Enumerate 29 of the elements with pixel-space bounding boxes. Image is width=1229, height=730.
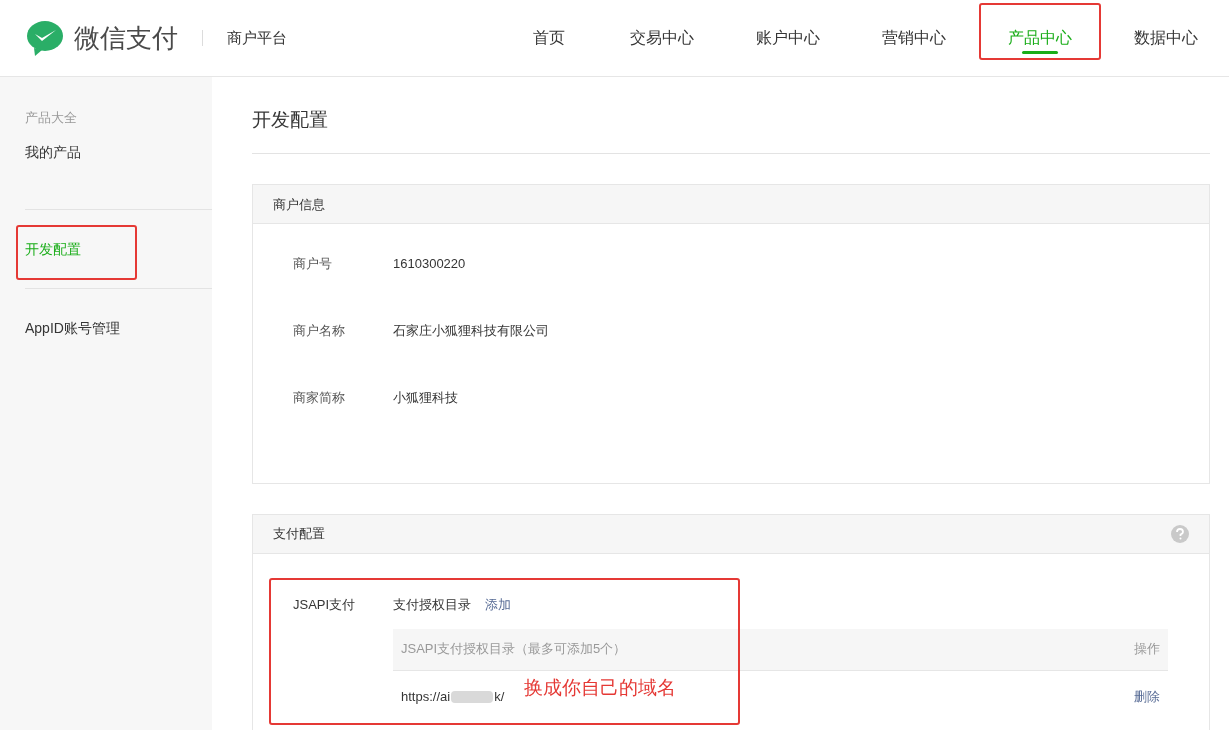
nav-tab[interactable]: 数据中心 <box>1118 0 1214 76</box>
help-icon[interactable] <box>1171 525 1189 543</box>
sidebar-item[interactable]: 我的产品 <box>25 129 81 209</box>
annotation-text: 换成你自己的域名 <box>524 676 676 700</box>
add-link[interactable]: 添加 <box>485 595 511 615</box>
field-label: 商家简称 <box>293 389 346 407</box>
nav-tab[interactable]: 营销中心 <box>866 0 962 76</box>
wechat-pay-logo-icon <box>26 19 64 57</box>
brand-name: 微信支付 <box>74 21 178 55</box>
sidebar-heading: 产品大全 <box>25 109 78 127</box>
nav-tab[interactable]: 交易中心 <box>614 0 710 76</box>
field-label: 商户号 <box>293 255 333 273</box>
url-cell-text: https://ai k/ <box>401 687 505 706</box>
field-value: 石家庄小狐狸科技有限公司 <box>393 322 549 340</box>
page-title: 开发配置 <box>252 77 1210 154</box>
delete-link[interactable]: 删除 <box>1134 686 1160 707</box>
platform-name: 商户平台 <box>227 27 287 48</box>
field-label: 商户名称 <box>293 322 346 340</box>
directory-label: 支付授权目录 <box>393 596 471 614</box>
field-value: 1610300220 <box>393 255 466 273</box>
sidebar-item[interactable]: AppID账号管理 <box>25 289 120 367</box>
card-header: 商户信息 <box>253 185 1209 224</box>
nav-tab[interactable]: 账户中心 <box>740 0 836 76</box>
column-header: JSAPI支付授权目录（最多可添加5个） <box>401 640 627 659</box>
nav-tab[interactable]: 首页 <box>517 0 581 76</box>
card-title: 支付配置 <box>273 525 325 544</box>
column-header: 操作 <box>1134 640 1160 659</box>
field-value: 小狐狸科技 <box>393 389 458 407</box>
section-label: JSAPI支付 <box>293 596 357 614</box>
